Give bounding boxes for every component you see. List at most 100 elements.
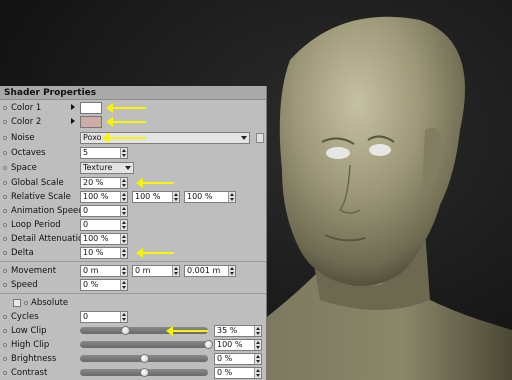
spinner-arrows-icon[interactable]	[254, 326, 261, 336]
spinner-arrows-icon[interactable]	[228, 266, 235, 276]
cycles-value: 0	[83, 312, 89, 321]
space-row: Space Texture	[0, 161, 266, 175]
contrast-label: Contrast	[11, 368, 48, 378]
parameter-dot-icon[interactable]	[3, 371, 7, 375]
space-dropdown[interactable]: Texture	[80, 162, 134, 174]
parameter-dot-icon[interactable]	[3, 209, 7, 213]
parameter-dot-icon[interactable]	[3, 237, 7, 241]
loop-period-input[interactable]: 0	[80, 219, 128, 231]
high-clip-label: High Clip	[11, 340, 50, 350]
contrast-input[interactable]: 0 %	[214, 367, 262, 379]
animation-speed-input[interactable]: 0	[80, 205, 128, 217]
parameter-dot-icon[interactable]	[3, 181, 7, 185]
separator	[0, 261, 266, 262]
color1-swatch[interactable]	[80, 102, 102, 114]
parameter-dot-icon[interactable]	[3, 136, 7, 140]
detail-attenuation-input[interactable]: 100 %	[80, 233, 128, 245]
movement-row: Movement 0 m 0 m 0.001 m	[0, 264, 266, 278]
cycles-row: Cycles 0	[0, 310, 266, 324]
parameter-dot-icon[interactable]	[3, 251, 7, 255]
relative-scale-x-input[interactable]: 100 %	[80, 191, 128, 203]
absolute-label: Absolute	[31, 298, 69, 308]
low-clip-input[interactable]: 35 %	[214, 325, 262, 337]
noise-options-button[interactable]	[256, 133, 264, 143]
global-scale-row: Global Scale 20 %	[0, 176, 266, 190]
loop-period-row: Loop Period 0	[0, 218, 266, 232]
noise-label: Noise	[11, 133, 35, 143]
spinner-arrows-icon[interactable]	[254, 354, 261, 364]
animation-speed-value: 0	[83, 206, 89, 215]
color1-label: Color 1	[11, 103, 42, 113]
high-clip-slider[interactable]	[80, 340, 213, 349]
high-clip-input[interactable]: 100 %	[214, 339, 262, 351]
global-scale-input[interactable]: 20 %	[80, 177, 128, 189]
parameter-dot-icon[interactable]	[3, 223, 7, 227]
parameter-dot-icon[interactable]	[3, 343, 7, 347]
parameter-dot-icon[interactable]	[24, 301, 28, 305]
relative-scale-z-value: 100 %	[187, 192, 213, 201]
detail-attenuation-value: 100 %	[83, 234, 109, 243]
space-label: Space	[11, 163, 37, 173]
movement-y-value: 0 m	[135, 266, 151, 275]
parameter-dot-icon[interactable]	[3, 120, 7, 124]
global-scale-value: 20 %	[83, 178, 104, 187]
color2-swatch[interactable]	[80, 116, 102, 128]
high-clip-slider-handle[interactable]	[204, 340, 213, 349]
loop-period-label: Loop Period	[11, 220, 61, 230]
noise-row: Noise Poxo	[0, 131, 266, 145]
relative-scale-label: Relative Scale	[11, 192, 71, 202]
spinner-arrows-icon[interactable]	[120, 312, 127, 322]
spinner-arrows-icon[interactable]	[254, 340, 261, 350]
spinner-arrows-icon[interactable]	[120, 192, 127, 202]
absolute-checkbox[interactable]	[13, 299, 21, 307]
parameter-dot-icon[interactable]	[3, 106, 7, 110]
movement-y-input[interactable]: 0 m	[132, 265, 180, 277]
speed-row: Speed 0 %	[0, 278, 266, 292]
spinner-arrows-icon[interactable]	[120, 220, 127, 230]
spinner-arrows-icon[interactable]	[120, 148, 127, 158]
animation-speed-label: Animation Speed	[11, 206, 84, 216]
parameter-dot-icon[interactable]	[3, 329, 7, 333]
spinner-arrows-icon[interactable]	[228, 192, 235, 202]
parameter-dot-icon[interactable]	[3, 357, 7, 361]
high-clip-row: High Clip 100 %	[0, 338, 266, 352]
contrast-slider[interactable]	[80, 368, 208, 377]
expand-triangle-icon[interactable]	[71, 104, 75, 110]
spinner-arrows-icon[interactable]	[120, 280, 127, 290]
movement-x-input[interactable]: 0 m	[80, 265, 128, 277]
relative-scale-x-value: 100 %	[83, 192, 109, 201]
delta-input[interactable]: 10 %	[80, 247, 128, 259]
spinner-arrows-icon[interactable]	[120, 206, 127, 216]
spinner-arrows-icon[interactable]	[172, 266, 179, 276]
brightness-slider[interactable]	[80, 354, 208, 363]
spinner-arrows-icon[interactable]	[120, 248, 127, 258]
spinner-arrows-icon[interactable]	[120, 178, 127, 188]
movement-z-input[interactable]: 0.001 m	[184, 265, 236, 277]
parameter-dot-icon[interactable]	[3, 151, 7, 155]
octaves-input[interactable]: 5	[80, 147, 128, 159]
spinner-arrows-icon[interactable]	[120, 234, 127, 244]
yellow-arrow-icon	[106, 117, 146, 127]
parameter-dot-icon[interactable]	[3, 195, 7, 199]
brightness-input[interactable]: 0 %	[214, 353, 262, 365]
brightness-slider-handle[interactable]	[140, 354, 149, 363]
relative-scale-z-input[interactable]: 100 %	[184, 191, 236, 203]
parameter-dot-icon[interactable]	[3, 315, 7, 319]
spinner-arrows-icon[interactable]	[172, 192, 179, 202]
low-clip-slider-handle[interactable]	[120, 326, 130, 335]
expand-triangle-icon[interactable]	[71, 118, 75, 124]
brightness-label: Brightness	[11, 354, 57, 364]
speed-input[interactable]: 0 %	[80, 279, 128, 291]
color2-label: Color 2	[11, 117, 42, 127]
spinner-arrows-icon[interactable]	[120, 266, 127, 276]
delta-value: 10 %	[83, 248, 104, 257]
cycles-input[interactable]: 0	[80, 311, 128, 323]
spinner-arrows-icon[interactable]	[254, 368, 261, 378]
detail-attenuation-row: Detail Attenuation 100 %	[0, 232, 266, 246]
parameter-dot-icon[interactable]	[3, 283, 7, 287]
parameter-dot-icon[interactable]	[3, 269, 7, 273]
contrast-slider-handle[interactable]	[140, 368, 149, 377]
parameter-dot-icon[interactable]	[3, 166, 7, 170]
shader-properties-panel: Shader Properties Color 1 Color 2 Noise …	[0, 86, 267, 380]
relative-scale-y-input[interactable]: 100 %	[132, 191, 180, 203]
